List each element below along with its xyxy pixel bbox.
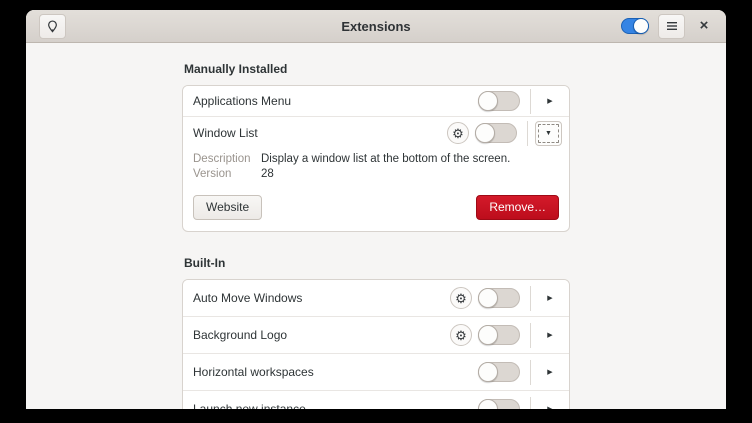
extension-name: Horizontal workspaces [193, 365, 314, 379]
hamburger-menu-icon [666, 21, 678, 31]
chevron-right-icon: ▶ [547, 294, 552, 302]
main-content: Manually Installed Applications Menu ▶ [26, 43, 726, 409]
chevron-right-icon: ▶ [547, 331, 552, 339]
toggle-knob [478, 325, 498, 345]
extension-row-applications-menu[interactable]: Applications Menu ▶ [183, 86, 569, 117]
gear-icon: ⚙ [455, 329, 467, 342]
expand-row-button[interactable]: ▶ [538, 323, 562, 347]
close-button[interactable]: × [694, 16, 714, 36]
toggle-knob [633, 18, 649, 34]
built-in-card: Auto Move Windows ⚙ ▶ [182, 279, 570, 409]
chevron-right-icon: ▶ [547, 97, 552, 105]
section-header-manually-installed: Manually Installed [184, 62, 570, 76]
extension-name: Window List [193, 126, 258, 140]
extensions-logo-button[interactable] [39, 14, 66, 39]
version-row: Version 28 [193, 167, 557, 182]
extension-row-window-list[interactable]: Window List ⚙ ▼ [183, 117, 569, 149]
description-label: Description [193, 152, 261, 167]
chevron-right-icon: ▶ [547, 368, 552, 376]
location-pin-icon [45, 19, 60, 34]
divider [530, 397, 531, 410]
global-extensions-toggle[interactable] [621, 18, 649, 34]
expand-row-button[interactable]: ▶ [538, 397, 562, 409]
expand-row-button[interactable]: ▶ [538, 89, 562, 113]
toggle-knob [478, 399, 498, 409]
section-manually-installed: Manually Installed Applications Menu ▶ [182, 62, 570, 232]
extension-toggle[interactable] [478, 362, 520, 382]
close-icon: × [700, 17, 709, 34]
divider [530, 360, 531, 385]
extension-row-auto-move-windows[interactable]: Auto Move Windows ⚙ ▶ [183, 280, 569, 317]
extensions-app-window: Extensions × Manually Installed [26, 10, 726, 409]
extension-name: Background Logo [193, 328, 287, 342]
chevron-down-icon: ▼ [545, 130, 552, 137]
chevron-right-icon: ▶ [547, 405, 552, 409]
preferences-button[interactable]: ⚙ [447, 122, 469, 144]
extension-name: Auto Move Windows [193, 291, 302, 305]
website-button[interactable]: Website [193, 195, 262, 220]
extension-actions: Website Remove… [183, 187, 569, 231]
toggle-knob [478, 288, 498, 308]
divider [530, 286, 531, 311]
remove-button[interactable]: Remove… [476, 195, 559, 220]
description-value: Display a window list at the bottom of t… [261, 152, 510, 167]
gear-icon: ⚙ [452, 127, 464, 140]
extension-toggle[interactable] [478, 325, 520, 345]
titlebar: Extensions × [26, 10, 726, 43]
extension-row-horizontal-workspaces[interactable]: Horizontal workspaces ▶ [183, 354, 569, 391]
expand-row-button[interactable]: ▶ [538, 286, 562, 310]
extension-toggle[interactable] [475, 123, 517, 143]
preferences-button[interactable]: ⚙ [450, 324, 472, 346]
extension-toggle[interactable] [478, 399, 520, 409]
description-row: Description Display a window list at the… [193, 152, 557, 167]
extension-toggle[interactable] [478, 288, 520, 308]
collapse-row-button[interactable]: ▼ [535, 121, 562, 146]
extension-row-launch-new-instance[interactable]: Launch new instance ▶ [183, 391, 569, 409]
section-header-built-in: Built-In [184, 256, 570, 270]
version-value: 28 [261, 167, 274, 182]
preferences-button[interactable]: ⚙ [450, 287, 472, 309]
divider [530, 323, 531, 348]
divider [530, 89, 531, 114]
extension-name: Applications Menu [193, 94, 291, 108]
divider [527, 121, 528, 146]
section-built-in: Built-In Auto Move Windows ⚙ [182, 256, 570, 409]
toggle-knob [478, 91, 498, 111]
toggle-knob [478, 362, 498, 382]
extension-row-background-logo[interactable]: Background Logo ⚙ ▶ [183, 317, 569, 354]
expand-row-button[interactable]: ▶ [538, 360, 562, 384]
version-label: Version [193, 167, 261, 182]
extension-row-window-list-expanded: Window List ⚙ ▼ [183, 117, 569, 231]
extension-details: Description Display a window list at the… [183, 149, 569, 187]
extension-name: Launch new instance [193, 402, 306, 409]
app-menu-button[interactable] [658, 14, 685, 39]
gear-icon: ⚙ [455, 292, 467, 305]
extension-toggle[interactable] [478, 91, 520, 111]
manually-installed-card: Applications Menu ▶ [182, 85, 570, 232]
titlebar-right-controls: × [621, 14, 714, 39]
toggle-knob [475, 123, 495, 143]
